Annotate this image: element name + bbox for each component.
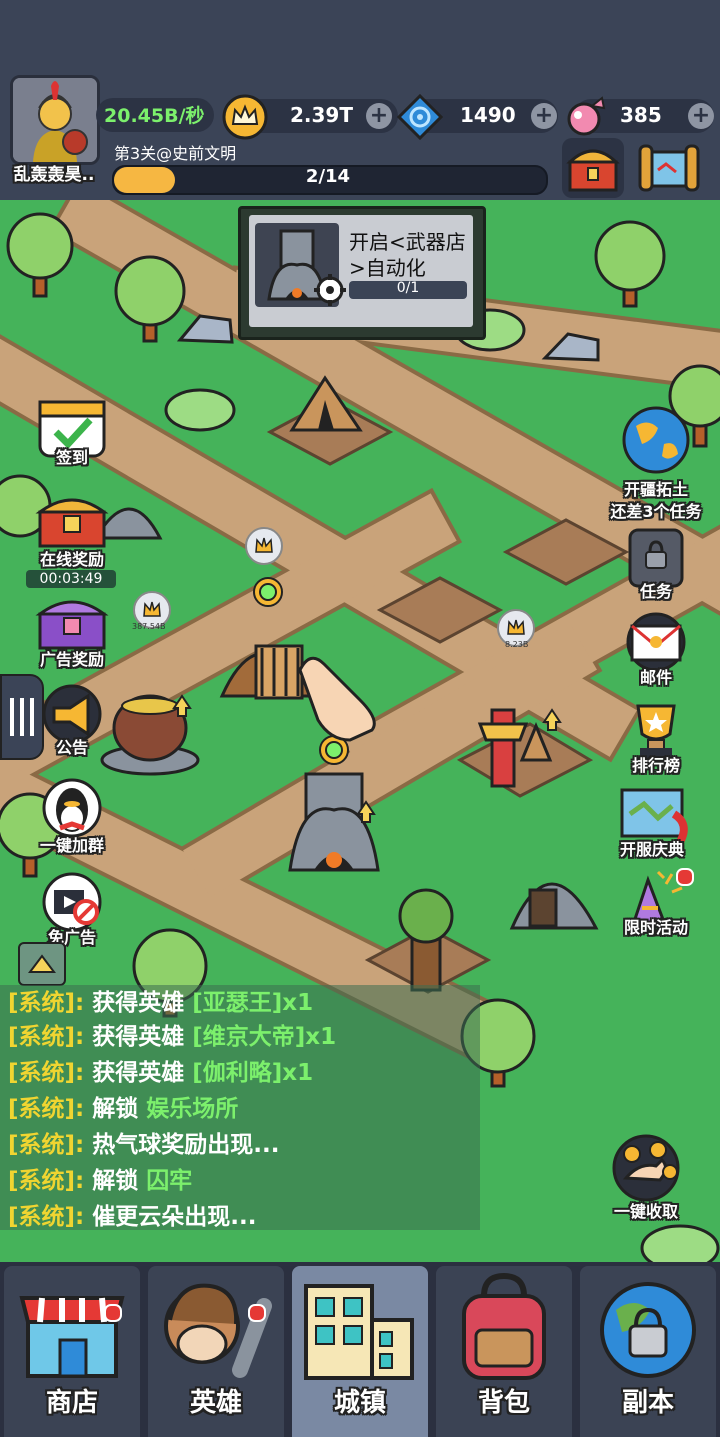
join-group-button[interactable]: 一键加群 xyxy=(34,778,110,858)
chat-highlight: [伽利略]x1 xyxy=(192,1060,314,1086)
bubble-value-2: 8.23B xyxy=(505,640,529,649)
chat-prefix: 解锁 xyxy=(92,1168,147,1194)
crown-amount: 2.39T xyxy=(290,103,353,127)
chat-line: [系统]: 热气球奖励出现... xyxy=(8,1125,279,1159)
gear-icon xyxy=(313,273,347,311)
bubble-value-1: 387.54B xyxy=(132,622,166,631)
backpack-icon xyxy=(462,1272,546,1380)
chat-line: [系统]: 获得英雄 [维京大帝]x1 xyxy=(8,1017,336,1051)
heroes-notification-dot xyxy=(248,1304,266,1322)
chevron-up-icon xyxy=(28,954,56,973)
stage-label: 第3关@史前文明 xyxy=(114,144,237,163)
chat-line: [系统]: 获得英雄 [伽利略]x1 xyxy=(8,1053,313,1087)
chat-sys-tag: [系统]: xyxy=(8,1060,85,1086)
chat-highlight: [亚瑟王]x1 xyxy=(192,990,314,1016)
signin-button[interactable]: 签到 xyxy=(34,398,110,478)
tab-town-label: 城镇 xyxy=(333,1388,386,1418)
ad-reward-button[interactable]: 广告奖励 xyxy=(34,590,110,670)
shop-notification-dot xyxy=(104,1304,122,1322)
leaderboard-label: 排行榜 xyxy=(631,756,680,775)
task-title: 开启<武器店>自动化 xyxy=(349,230,466,280)
tab-dungeon[interactable]: 副本 xyxy=(580,1266,716,1437)
income-rate: 20.45B/秒 xyxy=(104,105,205,127)
chat-prefix: 获得英雄 xyxy=(92,1060,193,1086)
notice-button[interactable]: 公告 xyxy=(34,684,110,764)
notice-label: 公告 xyxy=(55,738,88,757)
expand-label: 开疆拓土 xyxy=(623,480,688,499)
tab-shop-label: 商店 xyxy=(45,1388,98,1418)
shop-icon xyxy=(19,1296,125,1378)
tab-heroes-label: 英雄 xyxy=(189,1388,242,1418)
mail-button[interactable]: 邮件 xyxy=(618,612,694,692)
tasks-label: 任务 xyxy=(639,582,672,601)
chat-line: [系统]: 解锁 囚牢 xyxy=(8,1161,192,1195)
chat-prefix: 获得英雄 xyxy=(92,1024,193,1050)
limited-event-notification-dot xyxy=(676,868,694,886)
chat-sys-tag: [系统]: xyxy=(8,1132,85,1158)
chat-sys-tag: [系统]: xyxy=(8,1168,85,1194)
collect-all-label: 一键收取 xyxy=(613,1202,678,1221)
chat-prefix: 获得英雄 xyxy=(92,990,193,1016)
candy-icon xyxy=(562,94,608,144)
chat-collapse-button[interactable] xyxy=(18,942,66,986)
gem-amount: 1490 xyxy=(460,103,516,127)
chat-line: [系统]: 获得英雄 [亚瑟王]x1 xyxy=(8,983,313,1017)
add-candy-button[interactable]: + xyxy=(688,103,714,129)
tab-dungeon-label: 副本 xyxy=(621,1388,674,1418)
server-celebration-label: 开服庆典 xyxy=(619,840,684,859)
expand-territory-button[interactable] xyxy=(618,404,694,476)
candy-amount: 385 xyxy=(620,103,662,127)
chat-line: [系统]: 催更云朵出现... xyxy=(8,1197,256,1231)
world-map-button[interactable] xyxy=(636,140,702,196)
chat-prefix: 解锁 xyxy=(92,1096,147,1122)
ad-reward-label: 广告奖励 xyxy=(39,650,104,669)
task-progress: 0/1 xyxy=(396,280,420,296)
chat-prefix: 催更云朵出现... xyxy=(92,1204,257,1230)
tab-heroes[interactable]: 英雄 xyxy=(148,1266,284,1437)
no-ads-button[interactable]: 免广告 xyxy=(34,872,110,952)
join-group-label: 一键加群 xyxy=(39,836,104,855)
online-reward-button[interactable]: 在线奖励 xyxy=(34,488,110,569)
gem-icon xyxy=(396,93,444,144)
chat-sys-tag: [系统]: xyxy=(8,1204,85,1230)
collect-all-button[interactable]: 一键收取 xyxy=(600,1132,692,1222)
system-chat-log[interactable]: [系统]: 获得英雄 [亚瑟王]x1 [系统]: 获得英雄 [维京大帝]x1 [… xyxy=(0,985,480,1230)
online-reward-label: 在线奖励 xyxy=(39,550,104,569)
tab-shop[interactable]: 商店 xyxy=(4,1266,140,1437)
mail-label: 邮件 xyxy=(639,668,672,687)
player-avatar[interactable] xyxy=(10,75,100,165)
chat-sys-tag: [系统]: xyxy=(8,1096,85,1122)
chat-highlight: [维京大帝]x1 xyxy=(192,1024,337,1050)
player-name: 乱轰轰昊.. xyxy=(13,165,95,185)
chat-sys-tag: [系统]: xyxy=(8,990,85,1016)
chat-sys-tag: [系统]: xyxy=(8,1024,85,1050)
add-gem-button[interactable]: + xyxy=(531,103,557,129)
game-screen: 乱轰轰昊.. 20.45B/秒 第3关@史前文明 2.39T + 1490 + … xyxy=(0,0,720,1437)
coin-bubble-1 xyxy=(245,527,283,565)
chat-prefix: 热气球奖励出现... xyxy=(92,1132,280,1158)
online-reward-timer: 00:03:49 xyxy=(26,570,116,588)
crown-icon xyxy=(222,94,268,144)
automation-task-panel[interactable]: 开启<武器店>自动化 0/1 xyxy=(238,206,486,340)
tab-town[interactable]: 城镇 xyxy=(292,1266,428,1437)
expand-sublabel: 还差3个任务 xyxy=(610,502,702,521)
limited-event-label: 限时活动 xyxy=(623,918,688,937)
caveman-icon xyxy=(164,1283,272,1378)
stage-progress-text: 2/14 xyxy=(305,166,351,187)
tab-backpack[interactable]: 背包 xyxy=(436,1266,572,1437)
tab-backpack-label: 背包 xyxy=(477,1388,530,1418)
side-drawer-handle[interactable] xyxy=(0,674,44,760)
tasks-button[interactable]: 任务 xyxy=(618,526,694,606)
locked-globe-icon xyxy=(600,1282,696,1378)
treasure-chest-button[interactable] xyxy=(562,138,624,198)
chat-line: [系统]: 解锁 娱乐场所 xyxy=(8,1089,238,1123)
buildings-icon xyxy=(304,1284,414,1380)
signin-label: 签到 xyxy=(55,448,88,467)
chat-highlight: 娱乐场所 xyxy=(146,1096,239,1122)
chat-highlight: 囚牢 xyxy=(146,1168,193,1194)
leaderboard-button[interactable]: 排行榜 xyxy=(618,700,694,780)
server-celebration-button[interactable]: 开服庆典 xyxy=(614,784,690,864)
add-crown-button[interactable]: + xyxy=(366,103,392,129)
